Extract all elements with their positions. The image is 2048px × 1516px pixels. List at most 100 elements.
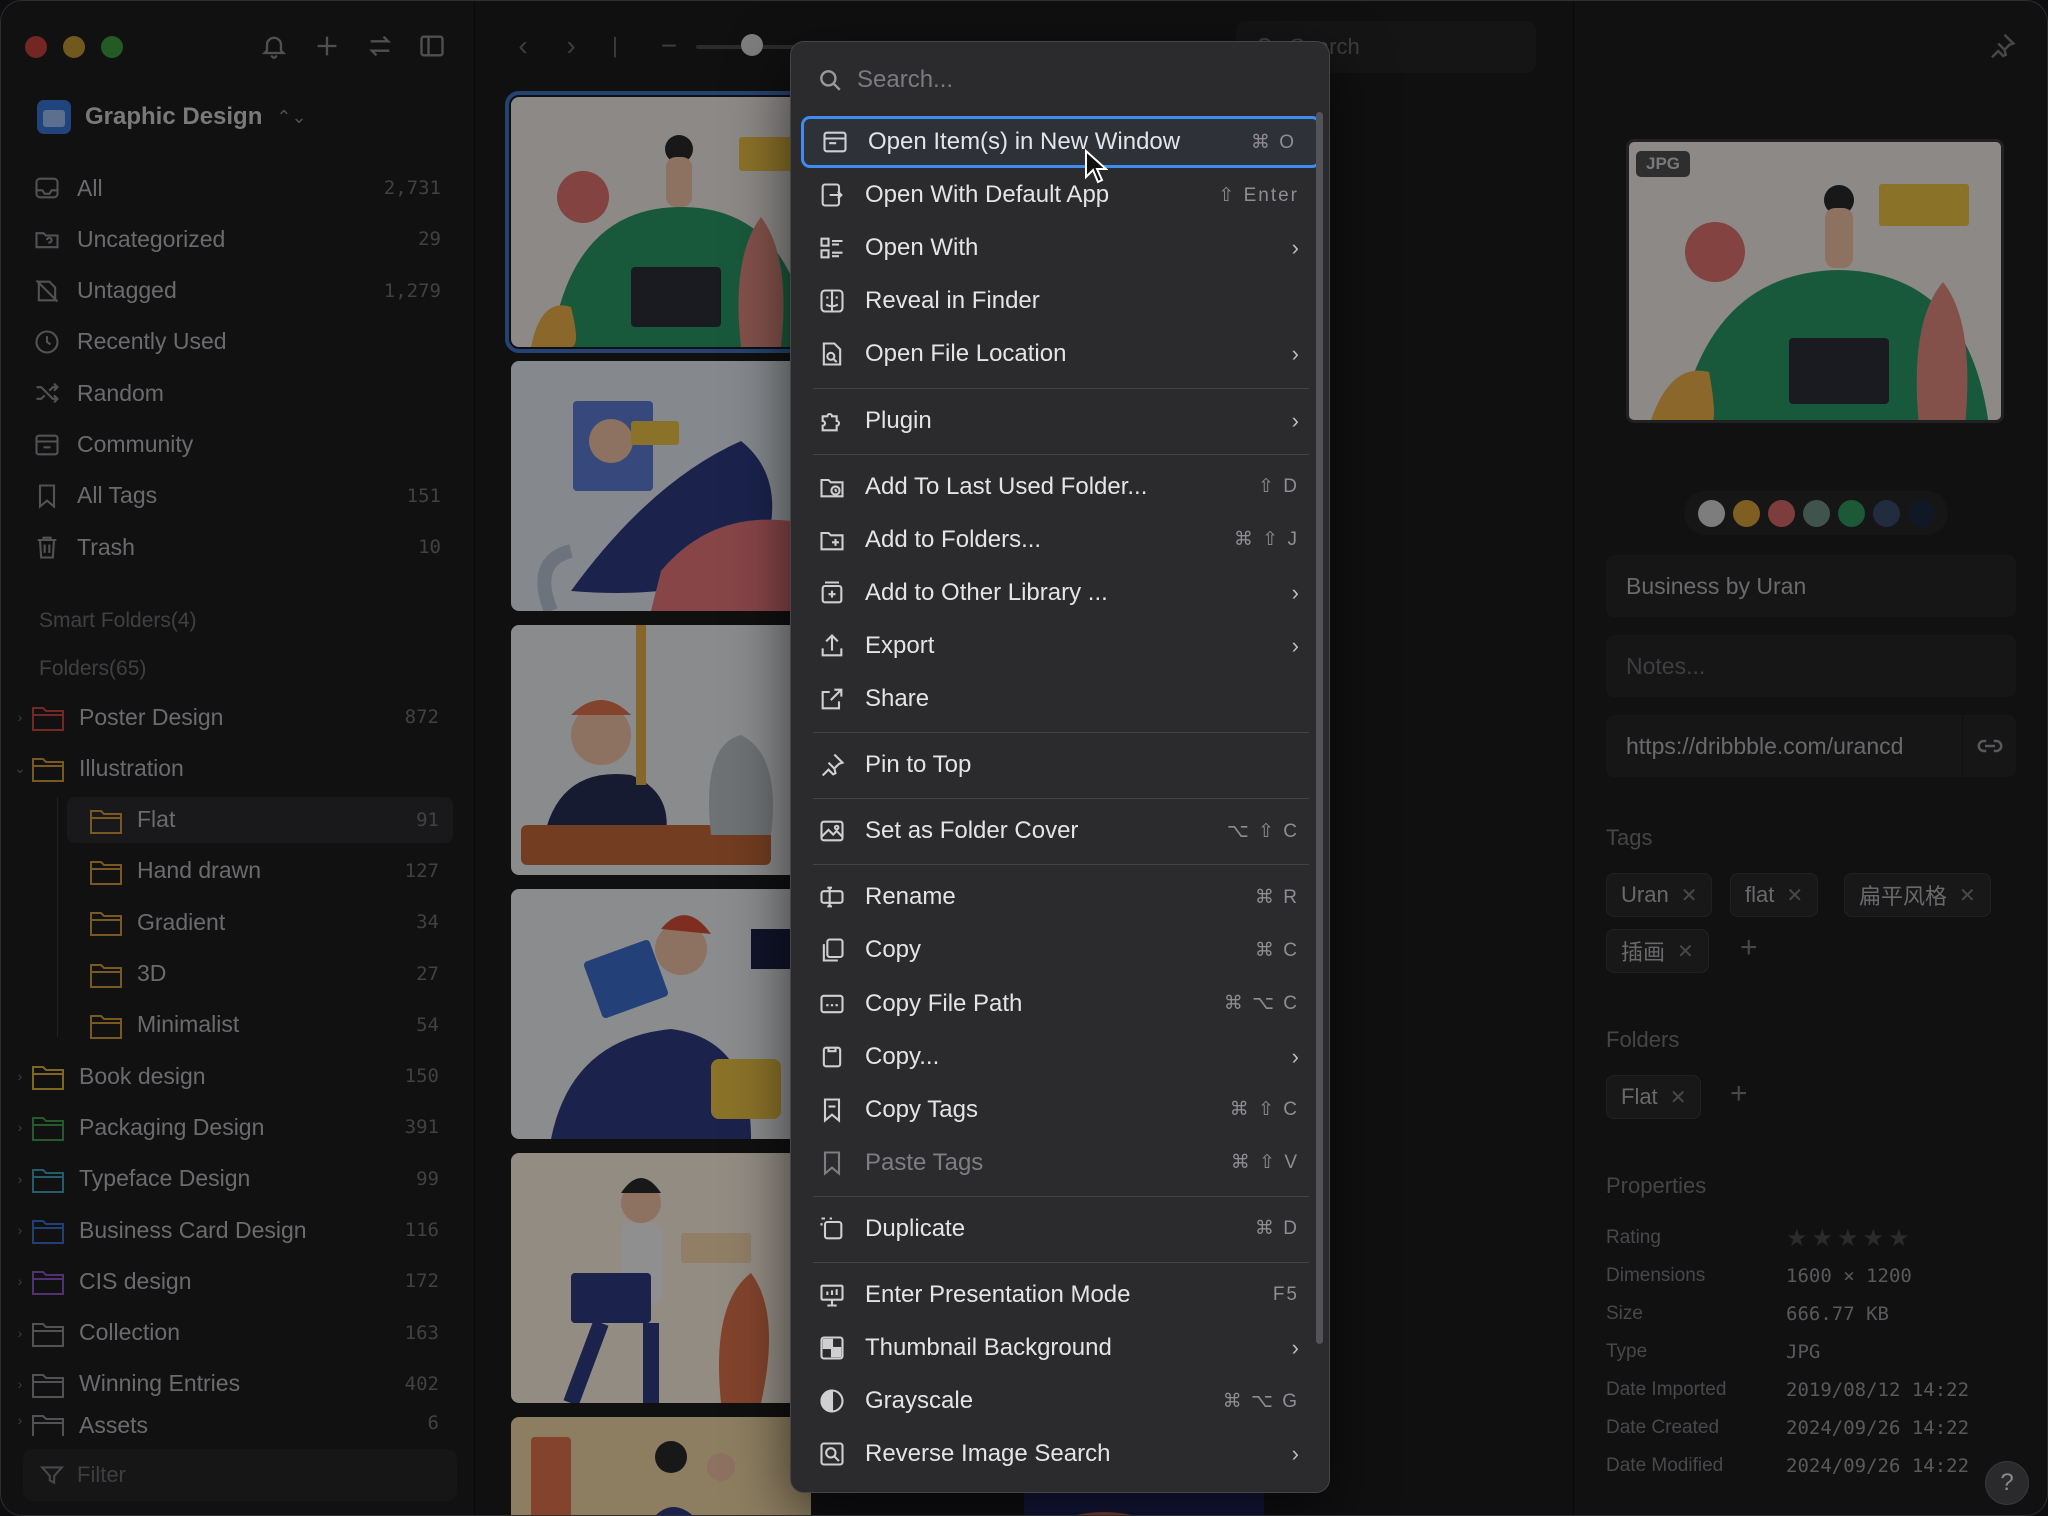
menu-item-copy-file-path[interactable]: Copy File Path ⌘ ⌥ C — [801, 978, 1321, 1030]
menu-item-plugin[interactable]: Plugin › — [801, 395, 1321, 447]
zoom-out-icon[interactable]: − — [652, 29, 686, 63]
folders-header[interactable]: Folders(65) — [39, 657, 146, 681]
folder-item-gradient[interactable]: Gradient 34 — [67, 899, 453, 945]
folder-item-flat[interactable]: Flat 91 — [67, 796, 453, 843]
nav-item-untagged[interactable]: Untagged 1,279 — [29, 268, 449, 314]
folder-item-winning-entries[interactable]: › Winning Entries 402 — [9, 1361, 453, 1407]
remove-tag-icon[interactable]: ✕ — [1677, 939, 1694, 964]
zoom-window-button[interactable] — [101, 36, 123, 58]
grid-thumbnail[interactable] — [505, 91, 817, 353]
folder-item-packaging-design[interactable]: › Packaging Design 391 — [9, 1104, 453, 1150]
menu-item-open-item-s-in-new-window[interactable]: Open Item(s) in New Window ⌘ O — [801, 116, 1321, 168]
nav-item-trash[interactable]: Trash 10 — [29, 524, 449, 570]
help-button[interactable]: ? — [1985, 1461, 2029, 1505]
menu-item-set-as-folder-cover[interactable]: Set as Folder Cover ⌥ ⇧ C — [801, 805, 1321, 857]
disclosure-arrow-icon[interactable]: › — [9, 1412, 31, 1428]
back-icon[interactable]: ‹ — [506, 29, 540, 63]
menu-item-grayscale[interactable]: Grayscale ⌘ ⌥ G — [801, 1375, 1321, 1427]
menu-item-add-to-folders[interactable]: Add to Folders... ⌘ ⇧ J — [801, 514, 1321, 566]
minimize-window-button[interactable] — [63, 36, 85, 58]
menu-item-open-file-location[interactable]: Open File Location › — [801, 328, 1321, 380]
menu-item-open-with-default-app[interactable]: Open With Default App ⇧ Enter — [801, 169, 1321, 221]
link-icon[interactable] — [1962, 715, 2016, 777]
plus-icon[interactable] — [310, 29, 344, 63]
menu-item-rename[interactable]: Rename ⌘ R — [801, 871, 1321, 923]
color-swatch[interactable] — [1838, 499, 1865, 527]
grid-thumbnail[interactable] — [511, 625, 811, 875]
disclosure-arrow-icon[interactable]: › — [9, 1171, 31, 1187]
folder-item-3d[interactable]: 3D 27 — [67, 951, 453, 997]
remove-tag-icon[interactable]: ✕ — [1959, 883, 1976, 908]
library-switcher[interactable]: Graphic Design ⌃⌄ — [37, 97, 307, 137]
disclosure-arrow-icon[interactable]: › — [9, 1325, 31, 1341]
disclosure-arrow-icon[interactable]: › — [9, 709, 31, 725]
tag-chip[interactable]: flat ✕ — [1730, 873, 1819, 917]
menu-item-enter-presentation-mode[interactable]: Enter Presentation Mode F5 — [801, 1269, 1321, 1321]
grid-thumbnail[interactable] — [511, 889, 811, 1139]
menu-item-share[interactable]: Share — [801, 673, 1321, 725]
menu-item-open-with[interactable]: Open With › — [801, 222, 1321, 274]
add-tag-icon[interactable]: + — [1740, 931, 1758, 965]
folder-item-illustration[interactable]: ⌄ Illustration — [9, 745, 453, 791]
menu-item-thumbnail-background[interactable]: Thumbnail Background › — [801, 1322, 1321, 1374]
remove-folder-icon[interactable]: ✕ — [1670, 1085, 1687, 1110]
folder-item-typeface-design[interactable]: › Typeface Design 99 — [9, 1156, 453, 1202]
menu-item-pin-to-top[interactable]: Pin to Top — [801, 739, 1321, 791]
disclosure-arrow-icon[interactable]: › — [9, 1068, 31, 1084]
disclosure-arrow-icon[interactable]: › — [9, 1119, 31, 1135]
rating-stars[interactable]: ★★★★★ — [1786, 1224, 1914, 1253]
menu-item-add-to-other-library[interactable]: Add to Other Library ... › — [801, 567, 1321, 619]
zoom-slider-handle[interactable] — [741, 34, 763, 56]
menu-item-duplicate[interactable]: Duplicate ⌘ D — [801, 1203, 1321, 1255]
nav-item-all-tags[interactable]: All Tags 151 — [29, 473, 449, 519]
notes-field[interactable]: Notes... — [1606, 635, 2016, 697]
nav-item-community[interactable]: Community — [29, 422, 449, 468]
pin-icon[interactable] — [1987, 31, 2017, 61]
menu-item-reveal-in-finder[interactable]: Reveal in Finder — [801, 275, 1321, 327]
add-folder-icon[interactable]: + — [1730, 1077, 1748, 1111]
nav-item-uncategorized[interactable]: Uncategorized 29 — [29, 216, 449, 262]
menu-item-reverse-image-search[interactable]: Reverse Image Search › — [801, 1428, 1321, 1480]
color-swatch[interactable] — [1908, 499, 1935, 527]
filter-field[interactable]: Filter — [23, 1449, 457, 1501]
title-field[interactable]: Business by Uran — [1606, 555, 2016, 617]
menu-item-copy[interactable]: Copy... › — [801, 1031, 1321, 1083]
tag-chip[interactable]: Uran ✕ — [1606, 873, 1713, 917]
folder-item-book-design[interactable]: › Book design 150 — [9, 1053, 453, 1099]
preview-image[interactable] — [1626, 139, 2004, 423]
tag-chip[interactable]: 扁平风格 ✕ — [1844, 873, 1991, 917]
menu-item-copy-tags[interactable]: Copy Tags ⌘ ⇧ C — [801, 1084, 1321, 1136]
remove-tag-icon[interactable]: ✕ — [1681, 883, 1698, 908]
tag-chip[interactable]: 插画 ✕ — [1606, 929, 1709, 973]
forward-icon[interactable]: › — [554, 29, 588, 63]
menu-item-add-to-last-used-folder[interactable]: Add To Last Used Folder... ⇧ D — [801, 461, 1321, 513]
menu-item-copy[interactable]: Copy ⌘ C — [801, 924, 1321, 976]
disclosure-arrow-icon[interactable]: › — [9, 1222, 31, 1238]
color-swatch[interactable] — [1803, 499, 1830, 527]
grid-thumbnail[interactable] — [511, 1417, 811, 1515]
folder-chip[interactable]: Flat ✕ — [1606, 1075, 1702, 1119]
bell-icon[interactable] — [257, 29, 291, 63]
remove-tag-icon[interactable]: ✕ — [1786, 883, 1803, 908]
menu-search-input[interactable] — [857, 66, 1277, 94]
disclosure-arrow-icon[interactable]: › — [9, 1273, 31, 1289]
folder-item-minimalist[interactable]: Minimalist 54 — [67, 1002, 453, 1048]
folder-item-collection[interactable]: › Collection 163 — [9, 1310, 453, 1356]
menu-item-paste-tags[interactable]: Paste Tags ⌘ ⇧ V — [801, 1137, 1321, 1189]
menu-scrollbar[interactable] — [1316, 112, 1323, 1344]
smart-folders-header[interactable]: Smart Folders(4) — [39, 609, 197, 633]
grid-thumbnail[interactable] — [511, 361, 811, 611]
color-swatch[interactable] — [1873, 499, 1900, 527]
folder-item-hand-drawn[interactable]: Hand drawn 127 — [67, 848, 453, 894]
folder-item-poster-design[interactable]: › Poster Design 872 — [9, 694, 453, 740]
grid-thumbnail[interactable] — [511, 1153, 811, 1403]
url-field[interactable]: https://dribbble.com/urancd — [1606, 715, 2016, 777]
menu-item-export[interactable]: Export › — [801, 620, 1321, 672]
color-swatch[interactable] — [1768, 499, 1795, 527]
close-window-button[interactable] — [25, 36, 47, 58]
nav-item-random[interactable]: Random — [29, 370, 449, 416]
disclosure-arrow-icon[interactable]: › — [9, 1376, 31, 1392]
nav-item-recently-used[interactable]: Recently Used — [29, 319, 449, 365]
folder-item-assets[interactable]: › Assets 6 — [9, 1412, 453, 1437]
folder-item-cis-design[interactable]: › CIS design 172 — [9, 1258, 453, 1304]
